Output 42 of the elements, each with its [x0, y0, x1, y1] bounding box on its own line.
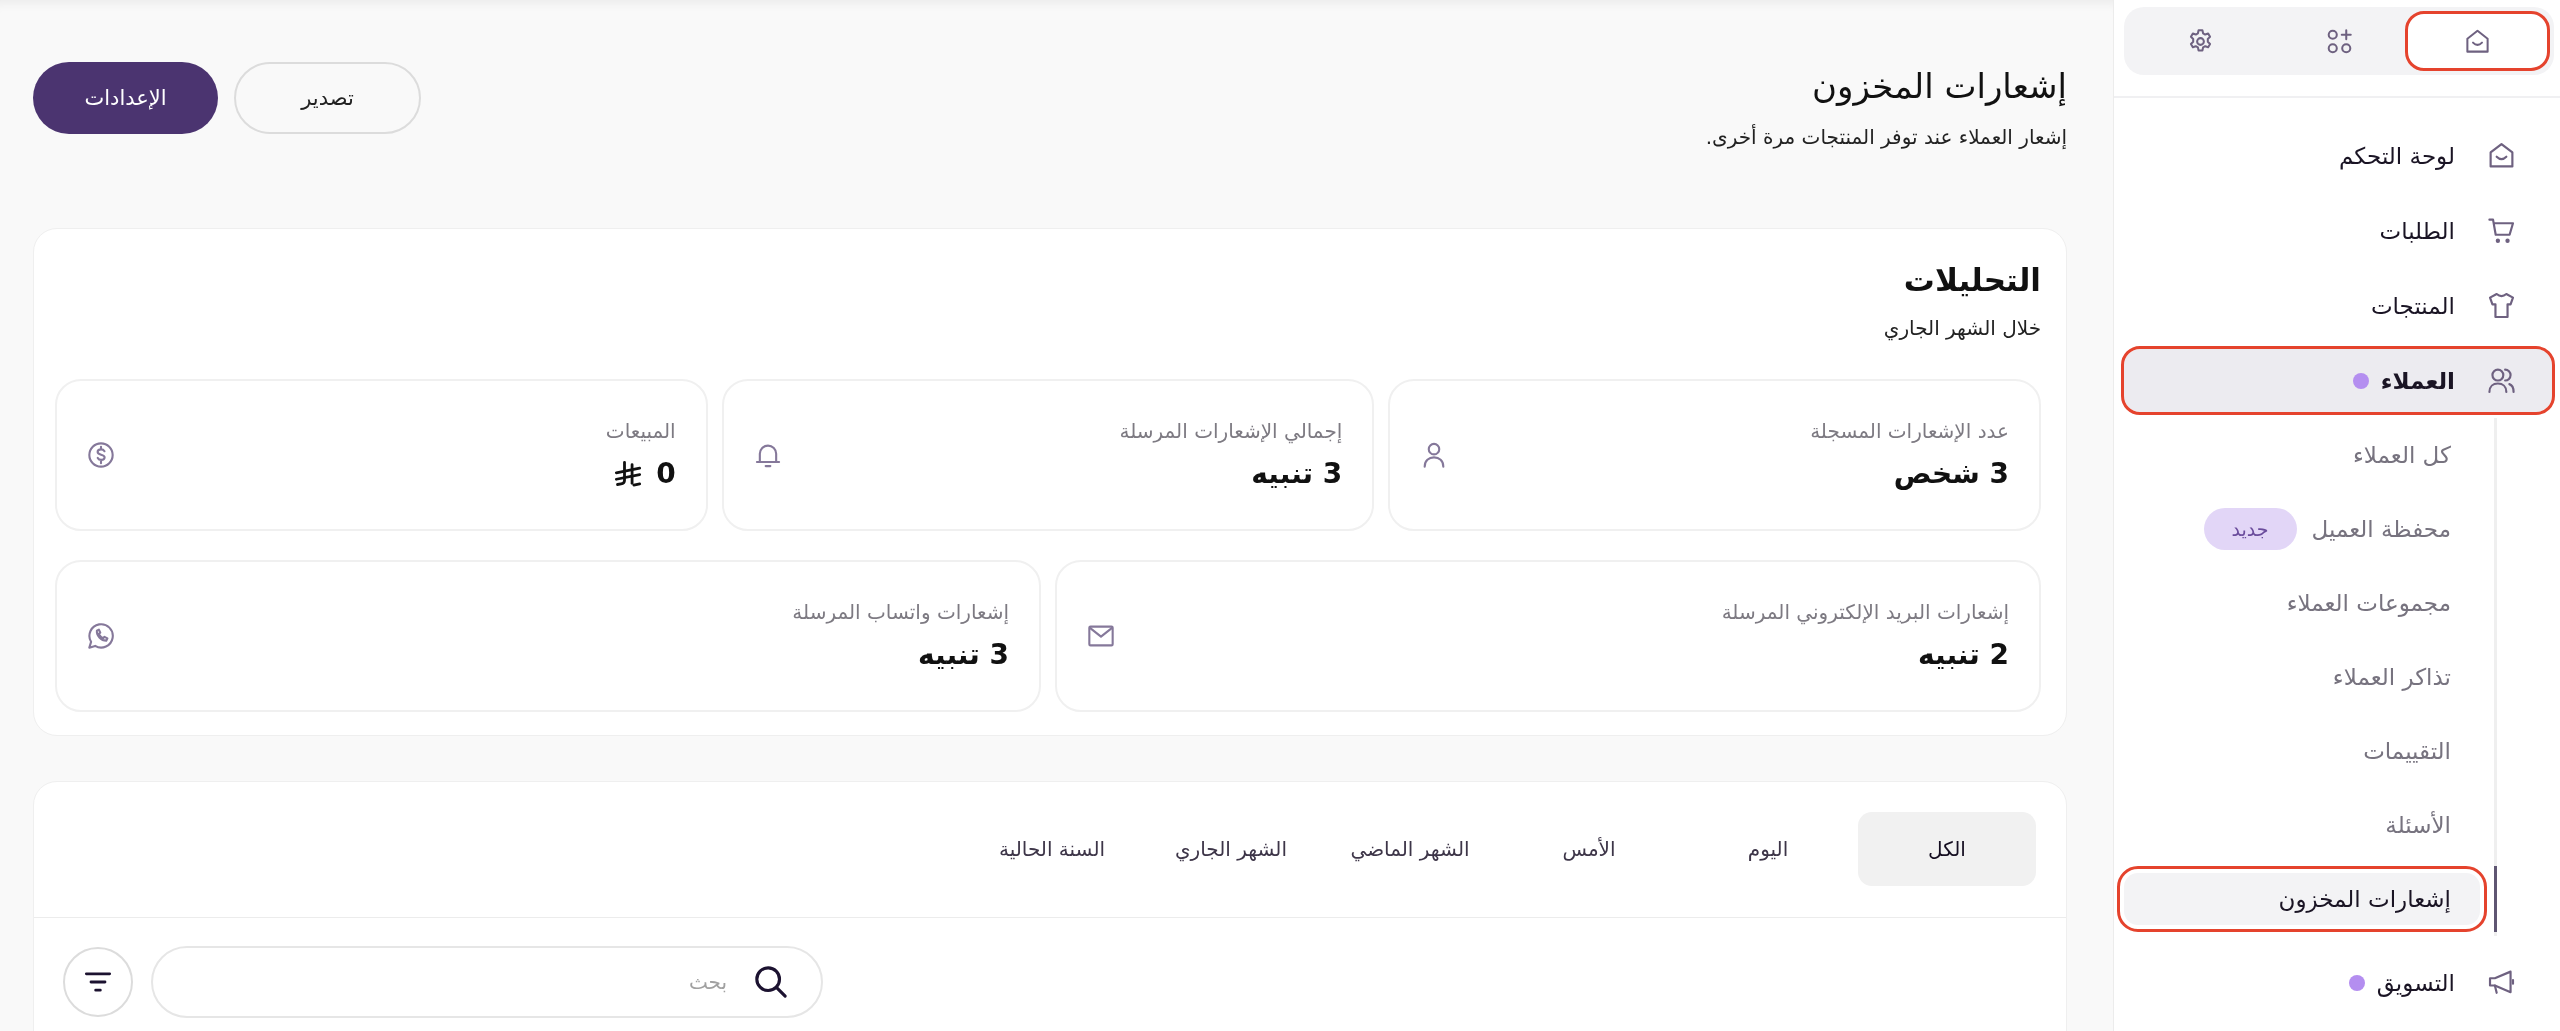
stat-value: 3 تنبيه — [1251, 456, 1343, 492]
nav-item[interactable]: لوحة التحكم — [2124, 124, 2552, 187]
cart-icon — [2487, 216, 2516, 245]
sub-nav-item[interactable]: تذاكر العملاء — [2124, 651, 2480, 703]
riyal-sign-icon — [614, 460, 643, 488]
sub-nav-item[interactable]: الأسئلة — [2124, 799, 2480, 851]
search-field[interactable]: بحث — [151, 946, 823, 1018]
shirt-icon — [2487, 291, 2516, 320]
period-tab[interactable]: الكل — [1858, 812, 2036, 886]
stat-value: 3 شخص — [1893, 456, 2009, 492]
home-icon — [2464, 27, 2492, 55]
stat-label: إشعارات البريد الإلكتروني المرسلة — [1721, 599, 2009, 627]
users-icon — [2487, 366, 2516, 395]
page-subtitle: إشعار العملاء عند توفر المنتجات مرة أخرى. — [1705, 123, 2067, 151]
nav-item[interactable]: المنتجات — [2124, 274, 2552, 337]
export-button[interactable]: تصدير — [234, 62, 421, 134]
sub-nav-item[interactable]: التقييمات — [2124, 725, 2480, 777]
circles-plus-icon — [2325, 27, 2353, 55]
stat-value: 3 تنبيه — [918, 637, 1009, 673]
stat-label: إشعارات واتساب المرسلة — [792, 599, 1009, 626]
nav-item[interactable]: العملاء — [2124, 349, 2552, 412]
megaphone-icon — [2487, 968, 2516, 997]
sub-nav-item[interactable]: كل العملاء — [2124, 429, 2480, 481]
section-tab[interactable] — [2408, 14, 2547, 68]
stat-label: المبيعات — [605, 418, 676, 445]
analytics-title: التحليلات — [1902, 261, 2041, 300]
stat-label: إجمالي الإشعارات المرسلة — [1119, 418, 1343, 446]
page-title: إشعارات المخزون — [1811, 65, 2067, 108]
nav-item[interactable]: الطلبات — [2124, 199, 2552, 262]
home-icon — [2487, 141, 2516, 170]
phone-bubble-icon — [87, 622, 115, 650]
dollar-coin-icon — [87, 441, 115, 469]
new-badge: جديد — [2203, 508, 2297, 550]
stat-value: 2 تنبيه — [1918, 637, 2009, 673]
search-icon — [754, 965, 788, 999]
analytics-subtitle: خلال الشهر الجاري — [1882, 315, 2041, 343]
stat-label: عدد الإشعارات المسجلة — [1810, 418, 2009, 445]
nav-item[interactable]: التسويق — [2124, 951, 2552, 1014]
stat-value: 0 — [656, 456, 676, 492]
sub-nav-item[interactable]: مجموعات العملاء — [2124, 577, 2480, 629]
sub-nav-item[interactable]: محفظة العميل جديد — [2124, 503, 2480, 555]
settings-button[interactable]: الإعدادات — [33, 62, 218, 134]
